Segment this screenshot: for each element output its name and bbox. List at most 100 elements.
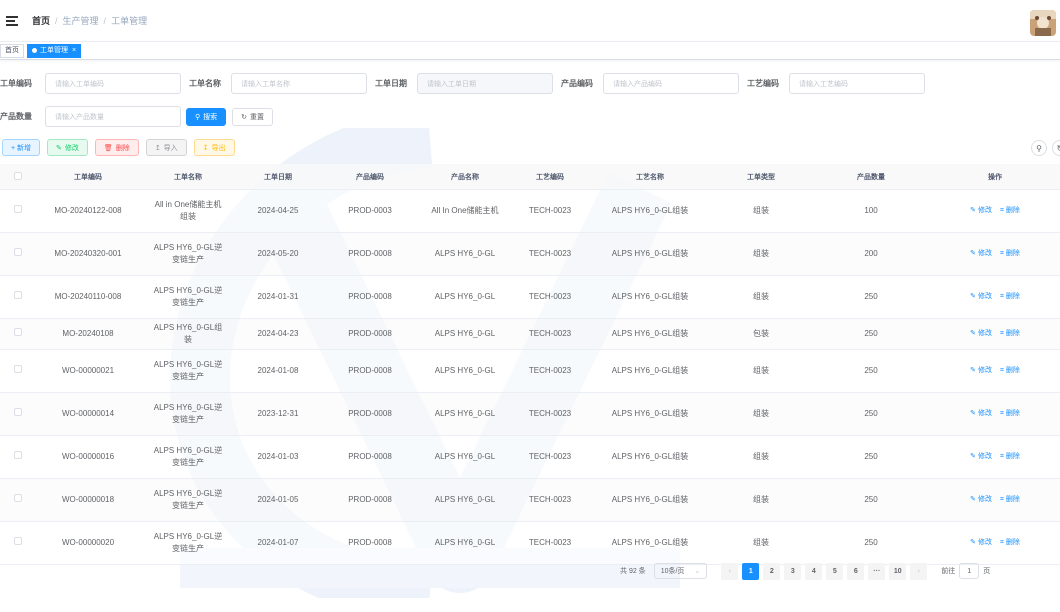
row-edit-link[interactable]: ✎ 修改 bbox=[970, 248, 992, 260]
edit-icon: ✎ bbox=[970, 207, 978, 214]
table-row[interactable]: WO-00000021 ALPS HY6_0-GL逆变链生产 2024-01-08 P… bbox=[0, 350, 1060, 393]
header-work-order-name: 工单名称 bbox=[174, 173, 202, 181]
row-delete-link[interactable]: ⌗ 删除 bbox=[1000, 205, 1020, 217]
row-checkbox[interactable] bbox=[14, 408, 22, 416]
process-code-input[interactable]: 请输入工艺编码 bbox=[789, 73, 925, 94]
table-row[interactable]: WO-00000020 ALPS HY6_0-GL逆变链生产 2024-01-07 P… bbox=[0, 522, 1060, 565]
cell-process-code: TECH-0023 bbox=[528, 495, 572, 504]
search-button[interactable]: ⚲ 搜索 bbox=[186, 107, 227, 126]
edit-button[interactable]: ✎ 修改 bbox=[47, 139, 88, 156]
cell-work-order-type: 组装 bbox=[753, 409, 769, 418]
delete-button[interactable]: 🗑 删除 bbox=[94, 139, 139, 156]
goto-page-input[interactable]: 1 bbox=[959, 563, 980, 579]
row-edit-link[interactable]: ✎ 修改 bbox=[970, 408, 992, 420]
hamburger-icon[interactable] bbox=[6, 15, 20, 27]
avatar[interactable] bbox=[1030, 10, 1056, 36]
tag-work-order[interactable]: 工单管理 × bbox=[27, 44, 82, 58]
cell-work-order-type: 组装 bbox=[753, 495, 769, 504]
cell-work-order-type: 组装 bbox=[753, 366, 769, 375]
add-button[interactable]: + 新增 bbox=[2, 139, 41, 156]
row-edit-link[interactable]: ✎ 修改 bbox=[970, 365, 992, 377]
work-order-date-input[interactable]: 请输入工单日期 bbox=[417, 73, 553, 94]
product-quantity-input[interactable]: 请输入产品数量 bbox=[45, 106, 181, 127]
cell-process-code: TECH-0023 bbox=[528, 452, 572, 461]
toggle-search-button[interactable]: ⚲ bbox=[1031, 140, 1047, 156]
row-edit-link[interactable]: ✎ 修改 bbox=[970, 291, 992, 303]
table-row[interactable]: WO-00000014 ALPS HY6_0-GL逆变链生产 2023-12-31 P… bbox=[0, 393, 1060, 436]
page-button[interactable]: 1 bbox=[742, 562, 760, 580]
tag-home[interactable]: 首页 bbox=[0, 44, 24, 58]
page-button[interactable]: 3 bbox=[784, 562, 802, 580]
row-edit-link[interactable]: ✎ 修改 bbox=[970, 537, 992, 549]
table-row[interactable]: MO-20240122-008 All in One储能主机组装 2024-04-2… bbox=[0, 190, 1060, 233]
row-delete-link[interactable]: ⌗ 删除 bbox=[1000, 494, 1020, 506]
row-edit-link[interactable]: ✎ 修改 bbox=[970, 494, 992, 506]
cell-product-name: ALPS HY6_0-GL bbox=[434, 452, 496, 461]
table-row[interactable]: WO-00000018 ALPS HY6_0-GL逆变链生产 2024-01-05 P… bbox=[0, 479, 1060, 522]
page-button[interactable]: 4 bbox=[805, 562, 823, 580]
product-code-input[interactable]: 请输入产品编码 bbox=[603, 73, 739, 94]
table-header: 工单编码 工单名称 工单日期 产品编码 产品名称 工艺编码 工艺名称 工单类型 … bbox=[0, 164, 1060, 190]
prev-page-button[interactable]: ‹ bbox=[721, 562, 739, 580]
select-all-checkbox[interactable] bbox=[14, 171, 22, 180]
reset-button[interactable]: ↻ 重置 bbox=[232, 107, 274, 126]
edit-icon: ✎ bbox=[56, 144, 62, 152]
goto-suffix: 页 bbox=[983, 568, 991, 575]
table-row[interactable]: MO-20240320-001 ALPS HY6_0-GL逆变链生产 2024-05… bbox=[0, 233, 1060, 276]
table-toolbar: + 新增 ✎ 修改 🗑 删除 ↥ 导入 ↧ 导出 bbox=[2, 139, 235, 156]
cell-product-name: ALPS HY6_0-GL bbox=[434, 495, 496, 504]
cell-work-order-name: ALPS HY6_0-GL逆变链生产 bbox=[153, 532, 223, 553]
pagination-total: 共 92 条 bbox=[620, 568, 646, 575]
header-process-code: 工艺编码 bbox=[536, 173, 564, 181]
row-checkbox[interactable] bbox=[14, 248, 22, 256]
row-edit-label: 修改 bbox=[977, 539, 992, 546]
row-delete-link[interactable]: ⌗ 删除 bbox=[1000, 451, 1020, 463]
label-work-order-date: 工单日期 bbox=[375, 79, 407, 88]
cell-select bbox=[0, 248, 36, 260]
export-button[interactable]: ↧ 导出 bbox=[193, 139, 235, 156]
page-button[interactable]: 5 bbox=[826, 562, 844, 580]
more-pages-button[interactable]: ··· bbox=[868, 562, 886, 580]
table-row[interactable]: WO-00000016 ALPS HY6_0-GL逆变链生产 2024-01-03 P… bbox=[0, 436, 1060, 479]
cell-work-order-code: MO-20240122-008 bbox=[54, 206, 122, 215]
row-delete-link[interactable]: ⌗ 删除 bbox=[1000, 365, 1020, 377]
row-checkbox[interactable] bbox=[14, 365, 22, 373]
row-checkbox[interactable] bbox=[14, 328, 22, 336]
close-icon[interactable]: × bbox=[72, 47, 76, 54]
row-delete-link[interactable]: ⌗ 删除 bbox=[1000, 291, 1020, 303]
row-checkbox[interactable] bbox=[14, 291, 22, 299]
row-delete-link[interactable]: ⌗ 删除 bbox=[1000, 328, 1020, 340]
import-button[interactable]: ↥ 导入 bbox=[145, 139, 187, 156]
row-edit-link[interactable]: ✎ 修改 bbox=[970, 328, 992, 340]
cell-work-order-name: ALPS HY6_0-GL逆变链生产 bbox=[153, 403, 223, 424]
page-button[interactable]: 10 bbox=[889, 562, 907, 580]
edit-icon: ✎ bbox=[970, 453, 978, 460]
work-order-code-input[interactable]: 请输入工单编码 bbox=[45, 73, 181, 94]
row-checkbox[interactable] bbox=[14, 537, 22, 545]
row-checkbox[interactable] bbox=[14, 451, 22, 459]
breadcrumb-home[interactable]: 首页 bbox=[32, 14, 50, 27]
cell-work-order-name: ALPS HY6_0-GL逆变链生产 bbox=[153, 446, 223, 467]
refresh-icon: ↻ bbox=[1056, 143, 1060, 153]
page-button[interactable]: 2 bbox=[763, 562, 781, 580]
table-row[interactable]: MO-20240110-008 ALPS HY6_0-GL逆变链生产 2024-01… bbox=[0, 276, 1060, 319]
cell-product-quantity: 100 bbox=[864, 206, 878, 215]
row-edit-link[interactable]: ✎ 修改 bbox=[970, 451, 992, 463]
row-delete-link[interactable]: ⌗ 删除 bbox=[1000, 537, 1020, 549]
page-size-select[interactable]: 10条/页 ⌄ bbox=[653, 563, 708, 579]
work-order-name-input[interactable]: 请输入工单名称 bbox=[231, 73, 367, 94]
table-row[interactable]: MO-20240108 ALPS HY6_0-GL组装 2024-04-23 PROD… bbox=[0, 319, 1060, 350]
row-checkbox[interactable] bbox=[14, 205, 22, 213]
cell-process-code: TECH-0023 bbox=[528, 329, 572, 338]
row-edit-label: 修改 bbox=[977, 410, 992, 417]
row-delete-label: 删除 bbox=[1005, 367, 1020, 374]
row-checkbox[interactable] bbox=[14, 494, 22, 502]
next-page-button[interactable]: › bbox=[910, 562, 928, 580]
page-button[interactable]: 6 bbox=[847, 562, 865, 580]
row-edit-link[interactable]: ✎ 修改 bbox=[970, 205, 992, 217]
tags-view: 首页 工单管理 × bbox=[0, 42, 1060, 60]
row-delete-link[interactable]: ⌗ 删除 bbox=[1000, 248, 1020, 260]
cell-process-name: ALPS HY6_0-GL组装 bbox=[611, 452, 689, 461]
refresh-table-button[interactable]: ↻ bbox=[1052, 140, 1060, 156]
row-delete-link[interactable]: ⌗ 删除 bbox=[1000, 408, 1020, 420]
